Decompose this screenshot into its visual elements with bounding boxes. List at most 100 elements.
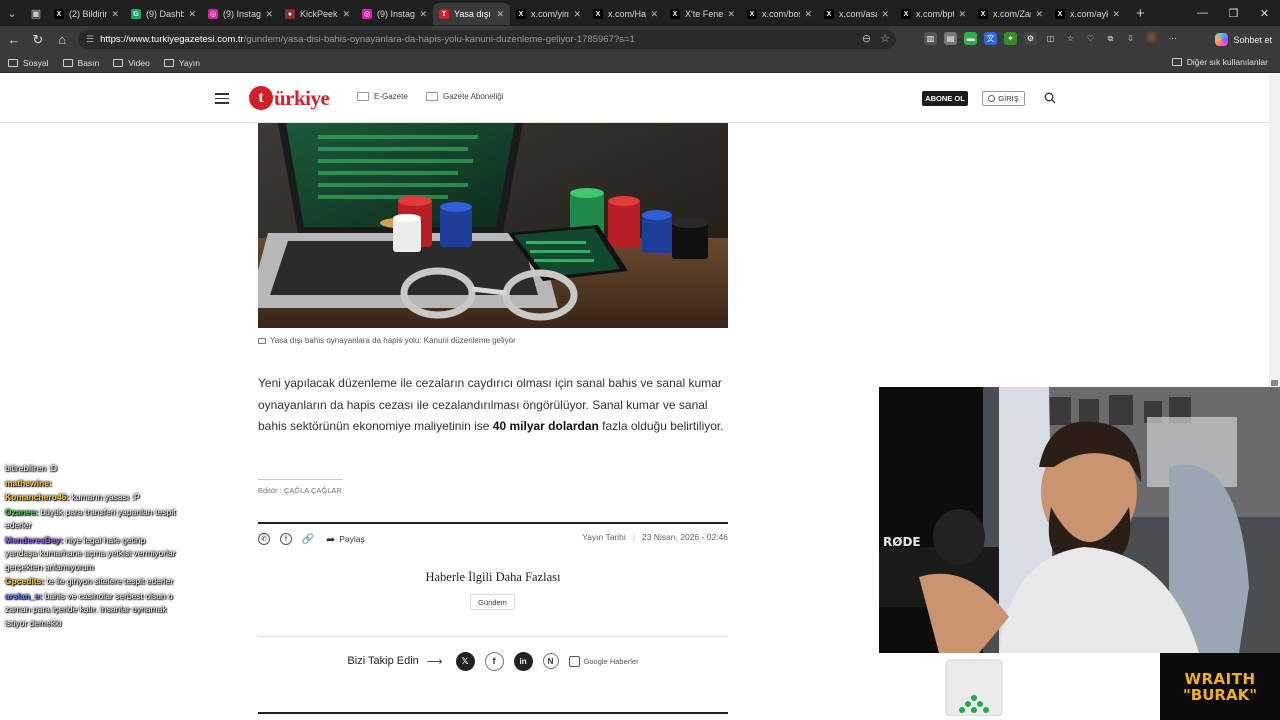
maximize-icon[interactable]: ❐ bbox=[1218, 7, 1249, 20]
reader-mode-icon[interactable]: ⊖ bbox=[862, 32, 871, 45]
chat-username[interactable]: Ozanee: bbox=[5, 507, 38, 517]
chat-username[interactable]: Komanchero46: bbox=[5, 492, 69, 502]
egazete-link[interactable]: E-Gazete bbox=[357, 92, 408, 101]
scrollbar-thumb[interactable] bbox=[1271, 380, 1278, 386]
other-favorites[interactable]: Diğer sık kullanılanlar bbox=[1171, 57, 1268, 67]
browser-tab[interactable]: Xx.com/yim ✕ bbox=[510, 3, 587, 25]
login-button[interactable]: GİRİŞ bbox=[982, 91, 1025, 106]
copilot-chat-button[interactable]: Sohbet et bbox=[1215, 30, 1272, 49]
extension-icon[interactable]: ▤ bbox=[944, 32, 957, 45]
tab-close-icon[interactable]: ✕ bbox=[881, 9, 889, 20]
back-icon[interactable]: ← bbox=[2, 32, 26, 47]
more-menu-icon[interactable]: ⋯ bbox=[1166, 32, 1179, 45]
divider bbox=[258, 636, 728, 637]
close-window-icon[interactable]: ✕ bbox=[1249, 7, 1280, 20]
chat-username[interactable]: arslan_e: bbox=[5, 591, 42, 601]
browser-tab[interactable]: Xx.com/bpt ✕ bbox=[895, 3, 972, 25]
svg-text:RØDE: RØDE bbox=[883, 535, 921, 549]
newsletter-n-icon[interactable]: N bbox=[542, 653, 559, 669]
browser-tab[interactable]: Xx.com/bos ✕ bbox=[741, 3, 818, 25]
extensions-puzzle-icon[interactable]: ⚙ bbox=[1024, 32, 1037, 45]
search-icon[interactable] bbox=[1044, 92, 1056, 104]
folder-icon bbox=[62, 58, 73, 67]
tab-search-chevron-icon[interactable]: ⌄ bbox=[0, 0, 24, 26]
home-icon[interactable]: ⌂ bbox=[50, 32, 74, 47]
tab-close-icon[interactable]: ✕ bbox=[1035, 9, 1043, 20]
facebook-icon[interactable]: f bbox=[484, 651, 504, 671]
tab-close-icon[interactable]: ✕ bbox=[496, 9, 504, 20]
tab-close-icon[interactable]: ✕ bbox=[958, 9, 966, 20]
chat-message: Gpcedits: te ile giriyon sitelere tespit… bbox=[5, 575, 178, 589]
bookmark-folder-basin[interactable]: Basın bbox=[62, 58, 99, 68]
minimize-icon[interactable]: — bbox=[1187, 7, 1218, 19]
browser-tab[interactable]: ● KickPeek - ✕ bbox=[279, 3, 356, 25]
tab-close-icon[interactable]: ✕ bbox=[727, 9, 735, 20]
translate-icon[interactable]: 文 bbox=[984, 32, 997, 45]
reload-icon[interactable]: ↻ bbox=[26, 32, 50, 48]
whatsapp-icon[interactable]: ✆ bbox=[258, 533, 270, 545]
article-text-bold: 40 milyar dolardan bbox=[492, 419, 599, 433]
favorites-icon[interactable]: ☆ bbox=[1064, 32, 1077, 45]
extension-icon[interactable]: ✦ bbox=[1004, 32, 1017, 45]
tab-close-icon[interactable]: ✕ bbox=[342, 9, 350, 20]
chat-username[interactable]: MenderesBey: bbox=[5, 535, 63, 545]
browser-tab[interactable]: X X'te Fenert✕ bbox=[664, 3, 741, 25]
tab-close-icon[interactable]: ✕ bbox=[265, 9, 273, 20]
tab-close-icon[interactable]: ✕ bbox=[188, 9, 196, 20]
chat-username[interactable]: Gpcedits: bbox=[5, 576, 44, 586]
gazete-aboneligi-link[interactable]: Gazete Aboneliği bbox=[426, 92, 504, 101]
browser-tab[interactable]: Xx.com/ayk ✕ bbox=[1049, 3, 1126, 25]
browser-tab[interactable]: T Yasa dışı b ✕ bbox=[433, 3, 510, 25]
profile-avatar[interactable] bbox=[1144, 31, 1159, 46]
facebook-icon[interactable]: f bbox=[280, 533, 292, 545]
tab-close-icon[interactable]: ✕ bbox=[573, 9, 581, 20]
bookmark-folder-video[interactable]: Video bbox=[113, 58, 150, 68]
tab-label: (9) Dashbo bbox=[146, 9, 185, 19]
new-tab-button[interactable]: + bbox=[1136, 5, 1145, 22]
tab-label: Yasa dışı b bbox=[454, 9, 492, 19]
chat-username[interactable]: mathewine: bbox=[5, 478, 52, 488]
browser-tab[interactable]: ◎ (9) Instagra✕ bbox=[202, 3, 279, 25]
tab-label: (9) Instagra bbox=[223, 9, 262, 19]
extension-icon[interactable]: ▬ bbox=[964, 32, 977, 45]
workspaces-icon[interactable]: ▣ bbox=[24, 0, 48, 26]
tab-close-icon[interactable]: ✕ bbox=[804, 9, 812, 20]
site-info-icon[interactable]: ☰ bbox=[86, 34, 94, 45]
extension-icon[interactable]: ▥ bbox=[924, 32, 937, 45]
tab-close-icon[interactable]: ✕ bbox=[1112, 9, 1120, 20]
gazete-aboneligi-label: Gazete Aboneliği bbox=[443, 92, 504, 101]
tab-label: x.com/yim bbox=[531, 9, 570, 19]
favorite-star-icon[interactable]: ☆ bbox=[880, 32, 890, 45]
browser-tab[interactable]: Xx.com/Zam ✕ bbox=[972, 3, 1049, 25]
copy-link-icon[interactable]: 🔗 bbox=[302, 533, 314, 545]
browser-tab[interactable]: Xx.com/asa ✕ bbox=[818, 3, 895, 25]
browser-tab[interactable]: ◎ (9) Instagra✕ bbox=[356, 3, 433, 25]
tab-close-icon[interactable]: ✕ bbox=[650, 9, 658, 20]
bookmark-folder-sosyal[interactable]: Sosyal bbox=[8, 58, 49, 68]
collections-icon[interactable]: ⧉ bbox=[1104, 32, 1117, 45]
split-view-icon[interactable]: ◫ bbox=[1044, 32, 1057, 45]
extension-icons: ▥ ▤ ▬ 文 ✦ ⚙ ◫ ☆ ♡ ⧉ ⇩ ⋯ bbox=[924, 31, 1179, 46]
menu-hamburger-icon[interactable] bbox=[215, 93, 229, 104]
tab-favicon-icon: X bbox=[593, 9, 603, 19]
browser-tab[interactable]: G (9) Dashbo✕ bbox=[125, 3, 202, 25]
tab-close-icon[interactable]: ✕ bbox=[111, 9, 119, 20]
google-news-label: Google Haberler bbox=[583, 656, 639, 666]
bookmark-folder-yayin[interactable]: Yayın bbox=[163, 58, 200, 68]
x-twitter-icon[interactable]: 𝕏 bbox=[455, 651, 475, 671]
webcam-overlay: RØDE bbox=[879, 387, 1280, 653]
google-news-link[interactable]: Google Haberler bbox=[568, 655, 639, 667]
address-bar[interactable]: ☰ https://www.turkiyegazetesi.com.tr /gu… bbox=[78, 30, 896, 49]
chat-text: te ile giriyon sitelere tespit ederler bbox=[46, 576, 174, 586]
browser-tab[interactable]: X (2) Bildirim ✕ bbox=[48, 3, 125, 25]
browser-essentials-icon[interactable]: ♡ bbox=[1084, 32, 1097, 45]
subscribe-button[interactable]: ABONE OL bbox=[922, 91, 968, 106]
downloads-icon[interactable]: ⇩ bbox=[1124, 32, 1137, 45]
tab-close-icon[interactable]: ✕ bbox=[419, 9, 427, 20]
share-button[interactable]: ➦ Paylaş bbox=[326, 533, 365, 546]
tag-gundem[interactable]: Gündem bbox=[470, 594, 515, 610]
browser-tab[interactable]: Xx.com/Hab✕ bbox=[587, 3, 664, 25]
site-logo[interactable]: t ürkiye bbox=[249, 84, 330, 112]
publish-date: Yayın Tarihi | 23 Nisan, 2026 - 02:46 bbox=[582, 532, 728, 542]
linkedin-icon[interactable]: in bbox=[513, 651, 533, 671]
